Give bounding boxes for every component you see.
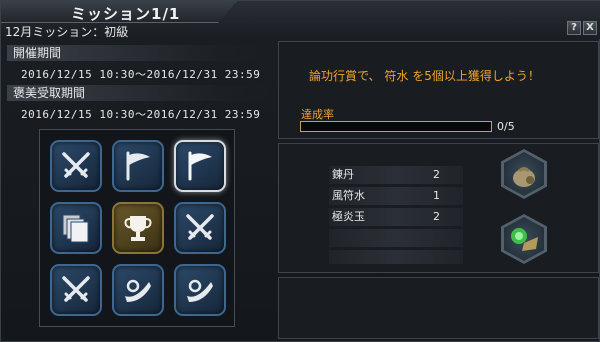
achievement-progress-text: 0/5 (497, 120, 515, 133)
reward-row: 錬丹 2 (329, 166, 463, 184)
achievement-label: 達成率 (301, 108, 334, 121)
objective-count: 5 (424, 69, 432, 83)
mission-subtitle: 12月ミッション：初級 (5, 25, 129, 39)
objective-suffix: 個以上獲得しよう！ (431, 69, 540, 83)
rewards-box: 錬丹 2 風符水 1 極炎玉 2 (278, 143, 599, 273)
mission-tile-cards[interactable] (50, 202, 102, 254)
objective-box: 論功行賞で、 符水 を5個以上獲得しよう！ 達成率 0/5 (278, 41, 599, 139)
objective-middle: を (412, 69, 425, 83)
reward-slot-pouch[interactable] (501, 149, 547, 199)
reward-name: 極炎玉 (332, 210, 365, 223)
mission-tile-horn[interactable] (112, 264, 164, 316)
mission-tile-horn-2[interactable] (174, 264, 226, 316)
crossed-swords-icon (62, 276, 90, 302)
pouch-icon (513, 167, 535, 187)
reward-period-range: 2016/12/15 10:30～2016/12/31 23:59 (21, 108, 261, 121)
window-title: ミッション1/1 (71, 5, 181, 23)
objective-text: 論功行賞で、 符水 を5個以上獲得しよう！ (309, 67, 540, 84)
period-range: 2016/12/15 10:30～2016/12/31 23:59 (21, 68, 261, 81)
reward-row-empty (329, 250, 463, 264)
cards-icon (62, 214, 89, 243)
mission-tile-flag[interactable] (112, 140, 164, 192)
mission-tile-trophy[interactable] (112, 202, 164, 254)
mission-tile-battle-2[interactable] (174, 202, 226, 254)
flag-icon (188, 151, 212, 181)
reward-name: 錬丹 (332, 168, 354, 181)
crossed-swords-icon (186, 214, 214, 240)
jade-item-icon (511, 228, 538, 251)
achievement-progress-bar (300, 121, 492, 132)
title-bar[interactable]: ミッション1/1 12月ミッション：初級 ? X (1, 1, 600, 39)
period-label: 開催期間 (7, 45, 273, 61)
reward-row-empty (329, 229, 463, 247)
reward-qty: 2 (433, 210, 440, 223)
mission-window: ミッション1/1 12月ミッション：初級 ? X 開催期間 2016/12/15… (0, 0, 600, 342)
description-box (278, 277, 599, 339)
trophy-icon (124, 216, 152, 241)
horn-icon (187, 279, 213, 302)
horn-icon (125, 279, 151, 302)
help-button[interactable]: ? (567, 21, 581, 35)
mission-grid (39, 129, 235, 327)
close-button[interactable]: X (583, 21, 597, 35)
crossed-swords-icon (62, 152, 90, 178)
right-panel: 論功行賞で、 符水 を5個以上獲得しよう！ 達成率 0/5 錬丹 2 風符水 1… (278, 41, 599, 341)
mission-tile-flag-selected[interactable] (174, 140, 226, 192)
mission-tile-battle[interactable] (50, 140, 102, 192)
reward-row: 極炎玉 2 (329, 208, 463, 226)
reward-period-label: 褒美受取期間 (7, 85, 273, 101)
reward-qty: 2 (433, 168, 440, 181)
reward-row: 風符水 1 (329, 187, 463, 205)
mission-tile-battle-3[interactable] (50, 264, 102, 316)
reward-name: 風符水 (332, 189, 365, 202)
objective-prefix: 論功行賞で、 (309, 69, 381, 83)
flag-icon (126, 151, 150, 181)
objective-item: 符水 (384, 69, 409, 83)
reward-slot-jade[interactable] (501, 214, 547, 264)
reward-qty: 1 (433, 189, 440, 202)
